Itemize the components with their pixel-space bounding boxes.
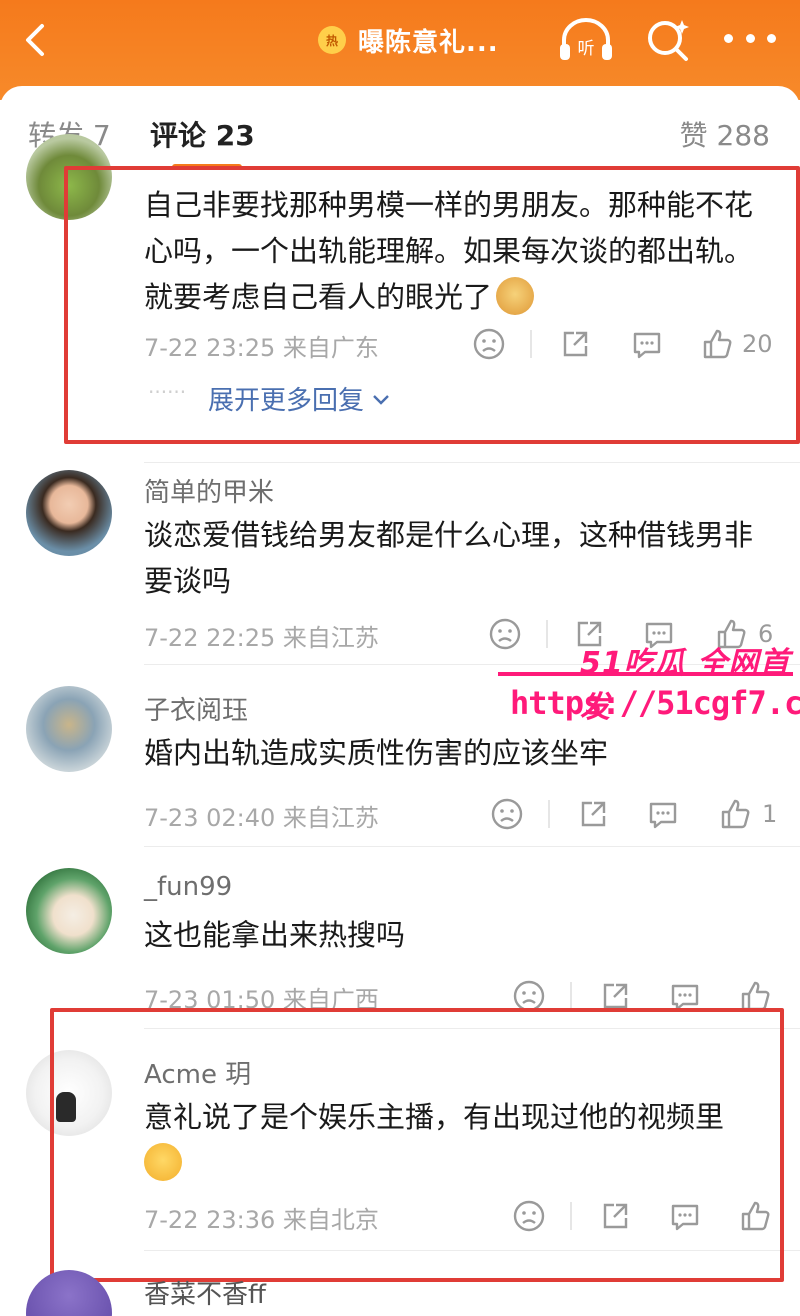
title-text: 曝陈意礼... xyxy=(358,27,499,58)
headphones-icon: 听 xyxy=(560,18,612,60)
thumbs-up-icon xyxy=(721,799,750,829)
comment-text: 谈恋爱借钱给男友都是什么心理，这种借钱男非要谈吗 xyxy=(144,518,754,598)
username[interactable]: _fun99 xyxy=(144,872,232,902)
highlight-box xyxy=(64,166,800,444)
top-bar: 热 曝陈意礼... 听 xyxy=(0,0,800,100)
separator xyxy=(570,982,572,1010)
more-options-icon[interactable] xyxy=(724,30,776,46)
hot-badge: 热 xyxy=(318,26,346,54)
avatar[interactable] xyxy=(26,686,112,772)
watermark-line xyxy=(498,672,793,676)
comment-item: 简单的甲米 谈恋爱借钱给男友都是什么心理，这种借钱男非要谈吗 7-22 22:2… xyxy=(0,466,800,666)
post-title: 热 曝陈意礼... xyxy=(318,22,499,58)
separator xyxy=(546,620,548,648)
avatar[interactable] xyxy=(26,470,112,556)
comment-text: 这也能拿出来热搜吗 xyxy=(144,918,406,952)
back-arrow-icon xyxy=(26,24,44,56)
search-icon xyxy=(648,20,689,61)
divider xyxy=(144,846,800,847)
username[interactable]: 子衣阅珏 xyxy=(144,690,248,727)
comment-item: _fun99 这也能拿出来热搜吗 7-23 01:50 来自广西 xyxy=(0,868,800,1029)
share-button[interactable] xyxy=(576,794,610,834)
comment-meta: 7-23 02:40 来自江苏 xyxy=(144,804,379,832)
avatar[interactable] xyxy=(26,868,112,954)
comment-item: 香菜不香ff xyxy=(0,1270,800,1316)
like-count: 1 xyxy=(762,800,778,828)
sad-face-icon xyxy=(491,798,523,830)
highlight-box xyxy=(50,1008,784,1282)
search-button[interactable] xyxy=(644,16,692,64)
listen-button[interactable]: 听 xyxy=(556,18,616,62)
sad-face-icon xyxy=(489,618,521,650)
watermark-url: https://51cgf7.com xyxy=(510,684,800,722)
reply-button[interactable] xyxy=(646,794,680,834)
divider xyxy=(144,462,800,463)
svg-text:听: 听 xyxy=(578,39,595,59)
username[interactable]: 简单的甲米 xyxy=(144,472,274,509)
separator xyxy=(548,800,550,828)
share-icon xyxy=(581,801,606,827)
avatar[interactable] xyxy=(26,1270,112,1316)
username[interactable]: 香菜不香ff xyxy=(144,1274,266,1311)
comment-icon xyxy=(649,802,677,829)
dislike-button[interactable] xyxy=(488,614,522,654)
comment-text: 婚内出轨造成实质性伤害的应该坐牢 xyxy=(144,736,609,770)
comment-meta: 7-22 22:25 来自江苏 xyxy=(144,624,379,652)
like-button[interactable]: 1 xyxy=(718,794,777,834)
dislike-button[interactable] xyxy=(490,794,524,834)
comment-actions: 1 xyxy=(470,794,780,834)
back-button[interactable] xyxy=(18,22,54,58)
